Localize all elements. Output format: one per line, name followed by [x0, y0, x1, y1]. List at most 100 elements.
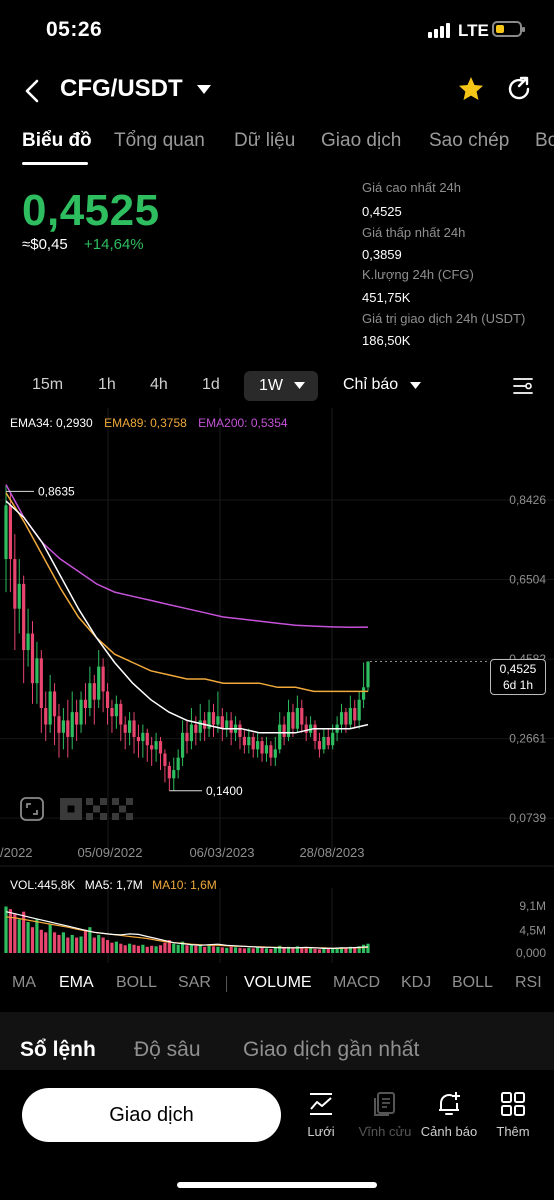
tab-underline	[22, 162, 88, 165]
y-tick-label: 0,2661	[509, 732, 546, 746]
candle	[26, 633, 30, 651]
trade-button[interactable]: Giao dịch	[22, 1088, 281, 1142]
timeframe-4h[interactable]: 4h	[150, 376, 168, 394]
volume-bar	[13, 914, 17, 953]
candle	[172, 770, 176, 779]
candle	[114, 703, 118, 717]
status-time: 05:26	[46, 18, 103, 41]
tab-trades[interactable]: Giao dịch	[321, 130, 401, 152]
candle-countdown: 6d 1h	[502, 678, 534, 692]
volume-bar	[331, 948, 335, 953]
volume-bar	[35, 919, 39, 953]
perpetual-button[interactable]: Vĩnh cửu	[355, 1090, 415, 1139]
candle	[264, 745, 269, 754]
volume-bar	[269, 948, 273, 953]
ema34-line	[5, 500, 369, 734]
timeframe-1h[interactable]: 1h	[98, 376, 116, 394]
volume-bar	[150, 945, 154, 953]
back-icon[interactable]	[18, 76, 48, 106]
volume-bar	[22, 911, 26, 953]
tab-order-book[interactable]: Sổ lệnh	[20, 1038, 96, 1062]
pair-title[interactable]: CFG/USDT	[60, 75, 183, 103]
indicator-tab-rsi[interactable]: RSI	[515, 974, 542, 992]
grid-trading-button[interactable]: Lưới	[291, 1090, 351, 1139]
tab-overview[interactable]: Tổng quan	[114, 130, 205, 152]
indicator-tab-boll-sub[interactable]: BOLL	[452, 974, 493, 992]
volume-bar	[300, 947, 304, 953]
indicator-tab-macd[interactable]: MACD	[333, 974, 380, 992]
indicator-tab-boll[interactable]: BOLL	[116, 974, 157, 992]
indicator-tab-sar[interactable]: SAR	[178, 974, 211, 992]
tab-depth[interactable]: Độ sâu	[134, 1038, 201, 1062]
candle	[185, 732, 189, 742]
candle	[251, 736, 255, 750]
volume-bar	[256, 947, 260, 953]
volume-bar	[366, 943, 370, 953]
volume-bar	[48, 924, 52, 953]
volume-bar	[273, 947, 277, 953]
tab-more[interactable]: Bo	[535, 130, 554, 152]
indicator-tabs: MA EMA BOLL SAR VOLUME MACD KDJ BOLL RSI	[0, 966, 554, 1000]
candle	[88, 683, 92, 708]
fullscreen-icon[interactable]	[20, 797, 44, 821]
y-tick-label: 0,0739	[509, 811, 546, 825]
volume-bar	[105, 940, 110, 953]
perpetual-icon	[374, 1092, 395, 1116]
volume-bar	[92, 937, 96, 953]
candle	[22, 583, 26, 651]
price-alert-label: Cảnh báo	[420, 1124, 478, 1139]
last-price-tag: 0,4525 6d 1h	[490, 659, 546, 695]
ema89-label: EMA89: 0,3758	[104, 416, 187, 430]
volume-bar	[44, 932, 48, 953]
candle	[211, 712, 216, 725]
tab-chart[interactable]: Biểu đồ	[22, 130, 92, 152]
candle	[273, 749, 277, 758]
volume-bar	[361, 944, 366, 953]
stat-label: Giá trị giao dịch 24h (USDT)	[362, 311, 526, 326]
candle	[167, 765, 171, 779]
chevron-down-icon[interactable]	[196, 84, 212, 96]
chart-area[interactable]: 0,84260,65040,45820,26610,0739/202205/09…	[0, 408, 554, 968]
stat-value: 451,75K	[362, 290, 411, 305]
timeframe-1d[interactable]: 1d	[202, 376, 220, 394]
candle	[326, 736, 330, 746]
chart-settings-icon[interactable]	[512, 376, 534, 396]
star-icon[interactable]	[456, 74, 486, 104]
candle	[141, 732, 145, 742]
candle	[17, 583, 21, 609]
volume-bar	[260, 947, 264, 953]
volume-bar	[83, 929, 88, 953]
more-button[interactable]: Thêm	[483, 1090, 543, 1139]
candle	[158, 741, 163, 754]
candle	[353, 708, 357, 721]
price-alert-button[interactable]: Cảnh báo	[419, 1090, 479, 1139]
grid-trading-icon	[310, 1093, 332, 1115]
tab-recent-trades[interactable]: Giao dịch gần nhất	[243, 1038, 419, 1062]
volume-bar	[39, 929, 43, 953]
candle	[216, 716, 220, 725]
timeframe-selected[interactable]: 1W	[244, 371, 318, 401]
indicator-button[interactable]: Chỉ báo	[343, 376, 398, 394]
candle	[331, 732, 335, 746]
share-icon[interactable]	[504, 74, 534, 104]
indicator-tab-volume[interactable]: VOLUME	[244, 974, 312, 992]
candle	[101, 666, 105, 692]
indicator-tab-ma[interactable]: MA	[12, 974, 36, 992]
timeframe-15m[interactable]: 15m	[32, 376, 63, 394]
candle	[242, 736, 246, 746]
candle	[304, 724, 308, 733]
fiat-price: ≈$0,45	[22, 236, 68, 253]
tab-copy[interactable]: Sao chép	[429, 130, 509, 152]
candle	[163, 753, 167, 766]
alert-bell-icon	[439, 1092, 460, 1115]
candle	[313, 724, 317, 742]
tab-data[interactable]: Dữ liệu	[234, 130, 295, 152]
volume-bar	[220, 947, 224, 953]
indicator-tab-kdj[interactable]: KDJ	[401, 974, 431, 992]
candle	[128, 720, 132, 733]
candle	[44, 708, 48, 725]
y-tick-label: 0,8426	[509, 493, 546, 507]
candle	[198, 720, 202, 733]
volume-bar	[225, 947, 229, 953]
indicator-tab-ema[interactable]: EMA	[59, 974, 94, 992]
